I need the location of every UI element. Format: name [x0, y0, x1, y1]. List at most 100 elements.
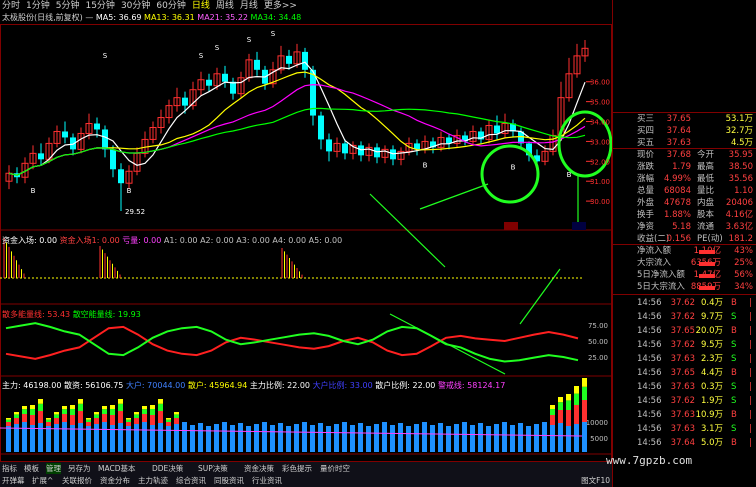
tab-5[interactable]: 60分钟	[156, 0, 185, 12]
panel3-bar-yellow	[134, 412, 139, 415]
bottom-sub-tab-1[interactable]: 扩展^	[32, 475, 53, 486]
bottom-tab-6[interactable]: SUP决策	[198, 463, 228, 474]
tick-marker: |	[749, 424, 752, 434]
tab-0[interactable]: 分时	[2, 0, 20, 12]
quote-price: 37.65	[666, 114, 691, 124]
quote-divider	[612, 244, 756, 245]
bottom-sub-tab-6[interactable]: 同股资讯	[214, 475, 244, 486]
quote-value: 4.16亿	[725, 210, 753, 220]
panel3-bar-red	[14, 418, 19, 424]
bottom-sub-tab-7[interactable]: 行业资讯	[252, 475, 282, 486]
quote-value: 68084	[663, 186, 691, 196]
signal-S: S	[271, 30, 276, 38]
panel2-level-label: 50.00	[588, 338, 608, 346]
bottom-tab-8[interactable]: 彩色提示	[282, 463, 312, 474]
panel3-t4: 散户: 45964.94	[187, 381, 248, 390]
tab-4[interactable]: 30分钟	[121, 0, 150, 12]
candle-body	[222, 73, 228, 82]
bottom-tab-7[interactable]: 资金决策	[244, 463, 274, 474]
panel3-bar-green	[574, 393, 579, 405]
panel3-bar	[238, 423, 243, 452]
panel3-bar-yellow	[86, 418, 91, 420]
quote-value: 35.56	[728, 174, 753, 184]
panel3-bar-yellow	[118, 399, 123, 404]
tab-7[interactable]: 周线	[216, 0, 234, 12]
bottom-sub-tab-5[interactable]: 综合资讯	[176, 475, 206, 486]
tick-time: 14:56	[637, 438, 662, 448]
candle-body	[110, 149, 116, 170]
flow-label: 5日大宗流入	[637, 282, 685, 292]
panel3-bar-yellow	[94, 412, 99, 415]
quote-label: 涨跌	[637, 162, 655, 172]
tab-2[interactable]: 5分钟	[56, 0, 80, 12]
quote-info-row: 涨幅 4.99% 最低 35.56	[613, 174, 756, 185]
f10-button[interactable]: 图文F10	[581, 475, 610, 486]
bottom-tab-3[interactable]: 另存为	[68, 463, 91, 474]
panel3-bar	[54, 424, 59, 452]
panel3-t8: 警戒线: 58124.17	[437, 381, 506, 390]
tab-8[interactable]: 月线	[240, 0, 258, 12]
panel3-bar	[366, 426, 371, 452]
panel3-bar-green	[118, 403, 123, 411]
bottom-tab-4[interactable]: MACD基本	[98, 463, 135, 474]
panel3-bar-green	[62, 409, 67, 414]
tab-6[interactable]: 日线	[192, 0, 210, 12]
tick-price: 37.65	[670, 326, 695, 336]
panel3-bar	[382, 422, 387, 452]
bottom-sub-tab-3[interactable]: 资金分布	[100, 475, 130, 486]
panel3-bar-red	[166, 422, 171, 426]
panel3-bar	[566, 426, 571, 452]
bottom-tab-2[interactable]: 管理	[46, 463, 61, 474]
bottom-tab-5[interactable]: DDE决策	[152, 463, 183, 474]
bottom-sub-tab-2[interactable]: 关联报价	[62, 475, 92, 486]
flow-label: 净流入额	[637, 246, 672, 256]
ma34-line	[8, 107, 586, 176]
tick-time: 14:56	[637, 340, 662, 350]
period-tabs: 分时 1分钟 5分钟 15分钟 30分钟 60分钟 日线 周线 月线 更多>>	[0, 0, 612, 12]
tick-side: S	[731, 312, 737, 322]
panel3-bar-yellow	[78, 399, 83, 404]
bottom-tab-0[interactable]: 指标	[2, 463, 17, 474]
watermark: www.7gpzb.com	[606, 454, 693, 467]
flow-label: 5日净流入额	[637, 270, 685, 280]
panel3-bar	[534, 424, 539, 452]
quote-label: 股本	[697, 210, 715, 220]
tab-1[interactable]: 1分钟	[26, 0, 50, 12]
quote-value: 37.68	[666, 150, 691, 160]
tick-side: S	[731, 354, 737, 364]
tick-side: B	[731, 326, 737, 336]
bottom-sub-tab-0[interactable]: 开弹幕	[2, 475, 25, 486]
quote-buy-row: 买三 37.65 53.1万	[613, 114, 756, 125]
panel3-bar	[46, 426, 51, 452]
tick-price: 37.62	[670, 298, 695, 308]
panel3-bar	[38, 423, 43, 452]
tick-row: 14:56 37.63 0.3万 S |	[613, 382, 756, 393]
tick-price: 37.62	[670, 312, 695, 322]
tab-3[interactable]: 15分钟	[85, 0, 114, 12]
flow-row: 5日净流入额1.47亿56%	[613, 270, 756, 281]
price-tick-label: 33.00	[590, 138, 610, 146]
tick-volume: 4.4万	[700, 368, 723, 378]
panel3-bar-yellow	[6, 418, 11, 420]
bottom-sub-tab-4[interactable]: 主力轨迹	[138, 475, 168, 486]
panel3-bar-yellow	[574, 386, 579, 394]
panel3-bar	[334, 424, 339, 452]
tick-marker: |	[749, 298, 752, 308]
panel3-bar-red	[134, 418, 139, 424]
panel3-bar-yellow	[158, 399, 163, 404]
panel3-bar-green	[6, 419, 11, 422]
tick-price: 37.63	[670, 354, 695, 364]
panel2-level-label: 25.00	[588, 354, 608, 362]
panel3-bar-red	[158, 411, 163, 423]
panel3-bar-green	[22, 409, 27, 414]
panel3-bar-yellow	[70, 405, 75, 409]
candle-body	[62, 131, 68, 138]
tab-9[interactable]: 更多>>	[264, 0, 297, 12]
panel3-bar	[158, 423, 163, 452]
signal-S: S	[215, 44, 220, 52]
flow-pct: 43%	[734, 246, 753, 256]
bottom-tab-1[interactable]: 模板	[24, 463, 39, 474]
quote-label: 今开	[697, 150, 715, 160]
panel3-bar-green	[142, 409, 147, 414]
bottom-tab-9[interactable]: 量价时空	[320, 463, 350, 474]
